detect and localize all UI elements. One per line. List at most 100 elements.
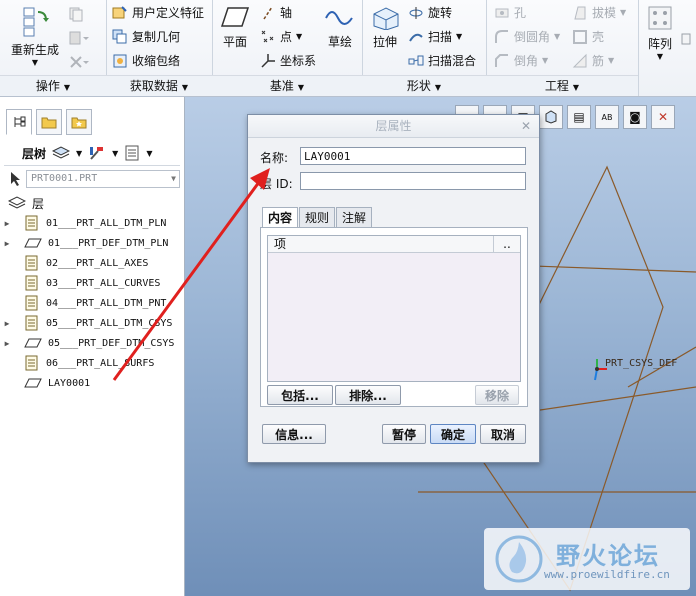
pause-button[interactable]: 暂停 xyxy=(382,424,426,444)
axis-icon xyxy=(260,5,276,21)
udf-button[interactable]: 用户定义特征 xyxy=(112,4,204,21)
group-label-get-data[interactable]: 获取数据 ▼ xyxy=(106,75,212,96)
expand-arrow-icon[interactable]: ▶ xyxy=(0,219,14,228)
more-button[interactable] xyxy=(680,32,692,46)
layer-row[interactable]: 04___PRT_ALL_DTM_PNT xyxy=(0,293,184,313)
layers-icon[interactable] xyxy=(52,146,71,160)
copy-button[interactable] xyxy=(68,6,84,22)
dialog-title: 层属性 xyxy=(375,119,412,133)
chevron-down-icon[interactable]: ▼ xyxy=(146,149,152,158)
paste-button[interactable] xyxy=(68,30,90,46)
chamfer-label: 倒角 xyxy=(514,54,539,68)
layer-tree: 层 ▶ 01___PRT_ALL_DTM_PLN ▶ 01___PRT_DEF_DTM… xyxy=(0,193,184,393)
contents-panel: 项 .. 包括... 排除... 移除 xyxy=(260,227,528,407)
layer-row[interactable]: 03___PRT_ALL_CURVES xyxy=(0,273,184,293)
point-button[interactable]: 点 ▼ xyxy=(260,28,302,45)
layer-name: 05___PRT_DEF_DTM_CSYS xyxy=(48,337,175,349)
layer-row[interactable]: 02___PRT_ALL_AXES xyxy=(0,253,184,273)
name-field[interactable]: LAY0001 xyxy=(300,147,526,165)
copy-geometry-button[interactable]: 复制几何 xyxy=(112,28,180,45)
draft-icon xyxy=(572,5,588,21)
point-icon xyxy=(260,29,276,45)
tab-notes[interactable]: 注解 xyxy=(336,207,373,228)
draft-button[interactable]: 拔模 ▼ xyxy=(572,4,626,21)
tab-contents[interactable]: 内容 xyxy=(262,207,299,228)
chevron-down-icon[interactable]: ▼ xyxy=(112,149,118,158)
layer-plane-icon xyxy=(24,237,42,249)
layer-row[interactable]: ▶ 05___PRT_DEF_DTM_CSYS xyxy=(0,333,184,353)
sweep-label: 扫描 xyxy=(428,30,453,44)
csys-button[interactable]: 坐标系 xyxy=(260,52,316,69)
hole-button[interactable]: 孔 xyxy=(494,4,526,21)
show-icon[interactable] xyxy=(124,145,140,161)
settings-icon[interactable] xyxy=(88,145,106,161)
group-label-engineering[interactable]: 工程 ▼ xyxy=(486,75,638,96)
group-label-operations[interactable]: 操作 ▼ xyxy=(0,75,106,96)
layer-row[interactable]: ▶ 05___PRT_ALL_DTM_CSYS xyxy=(0,313,184,333)
chamfer-button[interactable]: 倒角 ▼ xyxy=(494,52,548,69)
pointer-icon[interactable] xyxy=(4,171,26,187)
layer-id-field[interactable] xyxy=(300,172,526,190)
round-label: 倒圆角 xyxy=(514,30,551,44)
shrinkwrap-button[interactable]: 收缩包络 xyxy=(112,52,180,69)
cancel-button[interactable]: 取消 xyxy=(480,424,526,444)
info-button[interactable]: 信息... xyxy=(262,424,326,444)
revolve-button[interactable]: 旋转 xyxy=(408,4,452,21)
layer-row[interactable]: 06___PRT_ALL_SURFS xyxy=(0,353,184,373)
sweep-button[interactable]: 扫描 ▼ xyxy=(408,28,462,45)
delete-button[interactable] xyxy=(68,54,90,70)
layer-row[interactable]: ▶ 01___PRT_ALL_DTM_PLN xyxy=(0,213,184,233)
tree-root[interactable]: 层 xyxy=(0,193,184,213)
sketch-button[interactable]: 草绘 xyxy=(324,4,356,50)
rib-button[interactable]: 筋 ▼ xyxy=(572,52,614,69)
column-header-item[interactable]: 项 xyxy=(268,236,494,252)
chevron-down-icon: ▼ xyxy=(620,8,627,17)
group-get-data: 用户定义特征 复制几何 收缩包络 获取数据 ▼ xyxy=(106,0,213,96)
shell-button[interactable]: 壳 xyxy=(572,28,604,45)
layers-icon xyxy=(8,196,26,210)
tab-folder-browser[interactable] xyxy=(36,109,62,135)
group-label-shapes[interactable]: 形状 ▼ xyxy=(362,75,486,96)
extrude-button[interactable]: 拉伸 xyxy=(368,4,402,50)
axis-button[interactable]: 轴 xyxy=(260,4,292,21)
hole-label: 孔 xyxy=(514,6,527,20)
layer-name: 02___PRT_ALL_AXES xyxy=(46,257,149,269)
csys-icon xyxy=(260,53,276,69)
sketch-label: 草绘 xyxy=(327,35,352,49)
ok-button[interactable]: 确定 xyxy=(430,424,476,444)
dialog-title-bar[interactable]: 层属性 ✕ xyxy=(248,115,539,138)
revolve-label: 旋转 xyxy=(428,6,453,20)
expand-arrow-icon[interactable]: ▶ xyxy=(0,319,14,328)
model-selector-row: PRT0001.PRT ▼ xyxy=(4,169,180,189)
regenerate-button[interactable]: 重新生成 ▼ xyxy=(6,4,64,67)
csys-label: 坐标系 xyxy=(280,54,317,68)
close-icon[interactable]: ✕ xyxy=(521,115,531,137)
round-button[interactable]: 倒圆角 ▼ xyxy=(494,28,560,45)
items-list[interactable]: 项 .. xyxy=(267,235,521,382)
layer-row[interactable]: ▶ 01___PRT_DEF_DTM_PLN xyxy=(0,233,184,253)
layer-row[interactable]: LAY0001 xyxy=(0,373,184,393)
chevron-down-icon: ▼ xyxy=(456,32,463,41)
tab-model-tree[interactable] xyxy=(6,109,32,135)
chevron-down-icon: ▼ xyxy=(608,56,615,65)
axis-label: 轴 xyxy=(280,6,293,20)
expand-arrow-icon[interactable]: ▶ xyxy=(0,339,14,348)
swept-blend-button[interactable]: 扫描混合 xyxy=(408,52,476,69)
chevron-down-icon[interactable]: ▼ xyxy=(76,149,82,158)
layer-name: 01___PRT_ALL_DTM_PLN xyxy=(46,217,167,229)
expand-arrow-icon[interactable]: ▶ xyxy=(0,239,14,248)
udf-label: 用户定义特征 xyxy=(132,6,205,20)
exclude-button[interactable]: 排除... xyxy=(335,385,401,405)
include-button[interactable]: 包括... xyxy=(267,385,333,405)
tab-rules[interactable]: 规则 xyxy=(299,207,336,228)
model-selector[interactable]: PRT0001.PRT ▼ xyxy=(26,170,180,188)
tab-favorites[interactable] xyxy=(66,109,92,135)
group-label-datum[interactable]: 基准 ▼ xyxy=(212,75,362,96)
swept-blend-label: 扫描混合 xyxy=(428,54,477,68)
pattern-button[interactable]: 阵列 ▼ xyxy=(644,4,676,61)
plane-button[interactable]: 平面 xyxy=(220,4,250,50)
layer-tree-label: 层树 xyxy=(22,146,47,161)
column-header-status[interactable]: .. xyxy=(494,236,520,252)
layer-list-icon xyxy=(24,315,40,331)
remove-button[interactable]: 移除 xyxy=(475,385,519,405)
